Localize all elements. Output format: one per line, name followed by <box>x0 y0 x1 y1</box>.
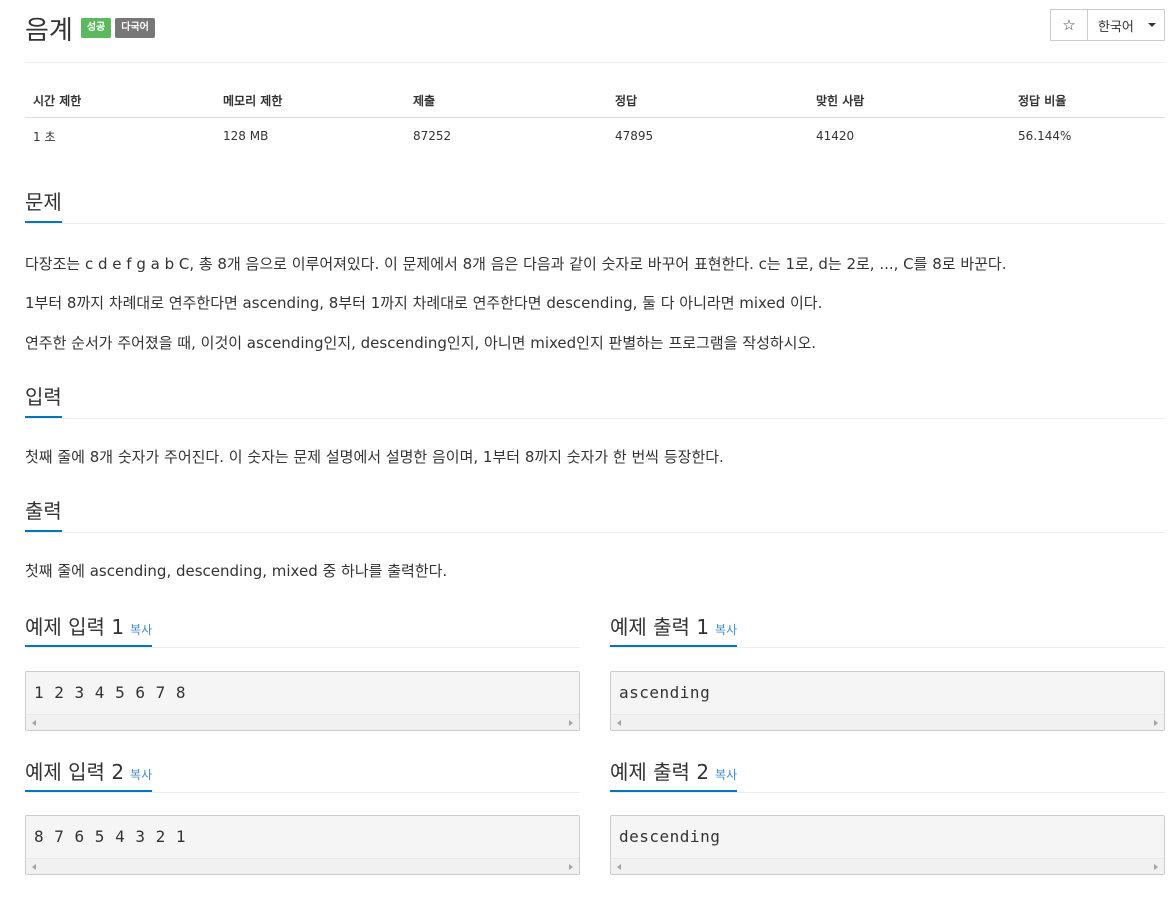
section-divider <box>25 647 580 648</box>
example-output-1-title: 예제 출력 1 <box>610 615 710 639</box>
problem-paragraph-3: 연주한 순서가 주어졌을 때, 이것이 ascending인지, descend… <box>25 334 817 352</box>
example-output-1-box[interactable]: ascending <box>610 671 1165 731</box>
example-input-2-header: 예제 입력 2 복사 <box>25 756 580 793</box>
header-solvers: 맞힌 사람 <box>808 83 1010 118</box>
input-paragraph: 첫째 줄에 8개 숫자가 주어진다. 이 숫자는 문제 설명에서 설명한 음이며… <box>25 448 724 466</box>
section-divider <box>610 792 1165 793</box>
section-divider <box>25 418 1165 419</box>
output-section-header: 출력 <box>25 495 1165 533</box>
scroll-right-icon[interactable] <box>569 864 573 870</box>
input-title: 입력 <box>25 381 62 418</box>
scroll-right-icon[interactable] <box>1154 720 1158 726</box>
top-actions: ☆ 한국어 <box>1050 9 1165 41</box>
value-ratio: 56.144% <box>1018 129 1072 143</box>
header-accepted: 정답 <box>607 83 808 118</box>
value-accepted: 47895 <box>615 129 654 143</box>
scroll-left-icon[interactable] <box>617 720 621 726</box>
example-input-2-title: 예제 입력 2 <box>25 760 125 784</box>
status-badge-multilang: 다국어 <box>115 18 155 38</box>
input-section-header: 입력 <box>25 381 1165 419</box>
status-badge-success: 성공 <box>80 18 112 38</box>
scroll-left-icon[interactable] <box>32 720 36 726</box>
copy-button[interactable]: 복사 <box>715 623 737 637</box>
copy-button[interactable]: 복사 <box>130 623 152 637</box>
title-row: 음계 성공 다국어 <box>25 8 155 48</box>
example-input-1-title: 예제 입력 1 <box>25 615 125 639</box>
section-divider <box>610 647 1165 648</box>
horizontal-scrollbar[interactable] <box>26 714 579 730</box>
horizontal-scrollbar[interactable] <box>611 714 1164 730</box>
problem-info-table: 시간 제한 메모리 제한 제출 정답 맞힌 사람 정답 비율 1 초 128 M… <box>25 83 1165 154</box>
copy-button[interactable]: 복사 <box>130 768 152 782</box>
scroll-right-icon[interactable] <box>569 720 573 726</box>
copy-button[interactable]: 복사 <box>715 768 737 782</box>
favorite-button[interactable]: ☆ <box>1050 9 1088 41</box>
section-divider <box>25 792 580 793</box>
example-output-1-code: ascending <box>619 683 711 702</box>
table-header-row: 시간 제한 메모리 제한 제출 정답 맞힌 사람 정답 비율 <box>25 83 1165 118</box>
table-row: 1 초 128 MB 87252 47895 41420 56.144% <box>25 118 1165 155</box>
page-title: 음계 <box>25 15 73 46</box>
star-icon: ☆ <box>1062 16 1076 34</box>
example-input-1-code: 1 2 3 4 5 6 7 8 <box>34 683 186 702</box>
header-time-limit: 시간 제한 <box>25 83 215 118</box>
value-submissions: 87252 <box>413 129 452 143</box>
language-label: 한국어 <box>1098 19 1134 35</box>
example-output-1-header: 예제 출력 1 복사 <box>610 611 1165 648</box>
example-input-1-header: 예제 입력 1 복사 <box>25 611 580 648</box>
value-solvers: 41420 <box>816 129 855 143</box>
scroll-left-icon[interactable] <box>32 864 36 870</box>
example-input-2-code: 8 7 6 5 4 3 2 1 <box>34 827 186 846</box>
problem-paragraph-2: 1부터 8까지 차례대로 연주한다면 ascending, 8부터 1까지 차례… <box>25 294 823 312</box>
example-output-2-title: 예제 출력 2 <box>610 760 710 784</box>
example-output-2-code: descending <box>619 827 721 846</box>
output-title: 출력 <box>25 495 62 532</box>
language-dropdown[interactable]: 한국어 <box>1088 9 1165 41</box>
scroll-left-icon[interactable] <box>617 864 621 870</box>
section-divider <box>25 532 1165 533</box>
problem-title: 문제 <box>25 186 62 223</box>
scroll-right-icon[interactable] <box>1154 864 1158 870</box>
example-output-2-header: 예제 출력 2 복사 <box>610 756 1165 793</box>
example-input-1-box[interactable]: 1 2 3 4 5 6 7 8 <box>25 671 580 731</box>
output-paragraph: 첫째 줄에 ascending, descending, mixed 중 하나를… <box>25 562 448 580</box>
example-input-2-box[interactable]: 8 7 6 5 4 3 2 1 <box>25 815 580 875</box>
header-memory-limit: 메모리 제한 <box>215 83 405 118</box>
horizontal-scrollbar[interactable] <box>611 858 1164 874</box>
header-divider <box>25 62 1165 63</box>
problem-section-header: 문제 <box>25 186 1165 224</box>
value-time-limit: 1 초 <box>33 129 56 144</box>
problem-paragraph-1: 다장조는 c d e f g a b C, 총 8개 음으로 이루어져있다. 이… <box>25 255 1007 273</box>
section-divider <box>25 223 1165 224</box>
header-ratio: 정답 비율 <box>1010 83 1165 118</box>
horizontal-scrollbar[interactable] <box>26 858 579 874</box>
chevron-down-icon <box>1147 23 1156 27</box>
value-memory-limit: 128 MB <box>223 129 269 143</box>
example-output-2-box[interactable]: descending <box>610 815 1165 875</box>
header-submissions: 제출 <box>405 83 607 118</box>
